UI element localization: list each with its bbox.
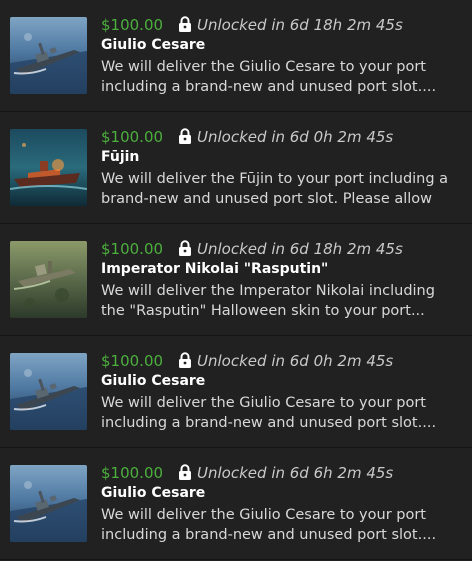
price-line: $100.00 Unlocked in 6d 18h 2m 45s — [101, 14, 403, 36]
description-line: including a brand-new and unused port sl… — [101, 526, 437, 543]
description-line: including a brand-new and unused port sl… — [101, 78, 437, 95]
price: $100.00 — [101, 352, 164, 370]
unlock-timer: Unlocked in 6d 0h 2m 45s — [197, 128, 394, 146]
item-description: We will deliver the Giulio Cesare to you… — [101, 394, 459, 433]
item-title: Giulio Cesare — [101, 373, 206, 389]
list-item[interactable]: $100.00 Unlocked in 6d 18h 2m 45s Giulio … — [0, 0, 472, 112]
item-title: Giulio Cesare — [101, 37, 206, 53]
offer-list: $100.00 Unlocked in 6d 18h 2m 45s Giulio … — [0, 0, 472, 561]
item-description: We will deliver the Giulio Cesare to you… — [101, 58, 459, 97]
lock-icon — [178, 464, 192, 486]
description-line: the "Rasputin" Halloween skin to your po… — [101, 302, 425, 319]
price: $100.00 — [101, 240, 164, 258]
price-line: $100.00 Unlocked in 6d 6h 2m 45s — [101, 462, 393, 484]
ship-thumbnail — [10, 465, 87, 542]
description-line: including a brand-new and unused port sl… — [101, 414, 437, 431]
ship-thumbnail — [10, 17, 87, 94]
item-description: We will deliver the Fūjin to your port i… — [101, 170, 459, 209]
unlock-timer: Unlocked in 6d 18h 2m 45s — [197, 240, 403, 258]
unlock-timer: Unlocked in 6d 0h 2m 45s — [197, 352, 394, 370]
price-line: $100.00 Unlocked in 6d 18h 2m 45s — [101, 238, 403, 260]
lock-icon — [178, 240, 192, 262]
item-description: We will deliver the Imperator Nikolai in… — [101, 282, 459, 321]
price-line: $100.00 Unlocked in 6d 0h 2m 45s — [101, 350, 393, 372]
item-title: Imperator Nikolai "Rasputin" — [101, 261, 329, 277]
description-line: We will deliver the Imperator Nikolai in… — [101, 283, 435, 299]
price-line: $100.00 Unlocked in 6d 0h 2m 45s — [101, 126, 393, 148]
lock-icon — [178, 128, 192, 150]
description-line: We will deliver the Giulio Cesare to you… — [101, 507, 426, 523]
lock-icon — [178, 16, 192, 38]
price: $100.00 — [101, 16, 164, 34]
description-line: We will deliver the Giulio Cesare to you… — [101, 59, 426, 75]
ship-thumbnail — [10, 353, 87, 430]
list-item[interactable]: $100.00 Unlocked in 6d 0h 2m 45s Giulio C… — [0, 336, 472, 448]
item-title: Fūjin — [101, 149, 140, 165]
list-item[interactable]: $100.00 Unlocked in 6d 18h 2m 45s Imperat… — [0, 224, 472, 336]
description-line: We will deliver the Giulio Cesare to you… — [101, 395, 426, 411]
price: $100.00 — [101, 128, 164, 146]
list-item[interactable]: $100.00 Unlocked in 6d 0h 2m 45s Fūjin We… — [0, 112, 472, 224]
unlock-timer: Unlocked in 6d 6h 2m 45s — [197, 464, 394, 482]
description-line: We will deliver the Fūjin to your port i… — [101, 171, 449, 187]
ship-thumbnail — [10, 129, 87, 206]
price: $100.00 — [101, 464, 164, 482]
item-description: We will deliver the Giulio Cesare to you… — [101, 506, 459, 545]
item-title: Giulio Cesare — [101, 485, 206, 501]
list-item[interactable]: $100.00 Unlocked in 6d 6h 2m 45s Giulio C… — [0, 448, 472, 560]
ship-thumbnail — [10, 241, 87, 318]
unlock-timer: Unlocked in 6d 18h 2m 45s — [197, 16, 403, 34]
lock-icon — [178, 352, 192, 374]
description-line: brand-new and unused port slot. Please a… — [101, 190, 433, 207]
